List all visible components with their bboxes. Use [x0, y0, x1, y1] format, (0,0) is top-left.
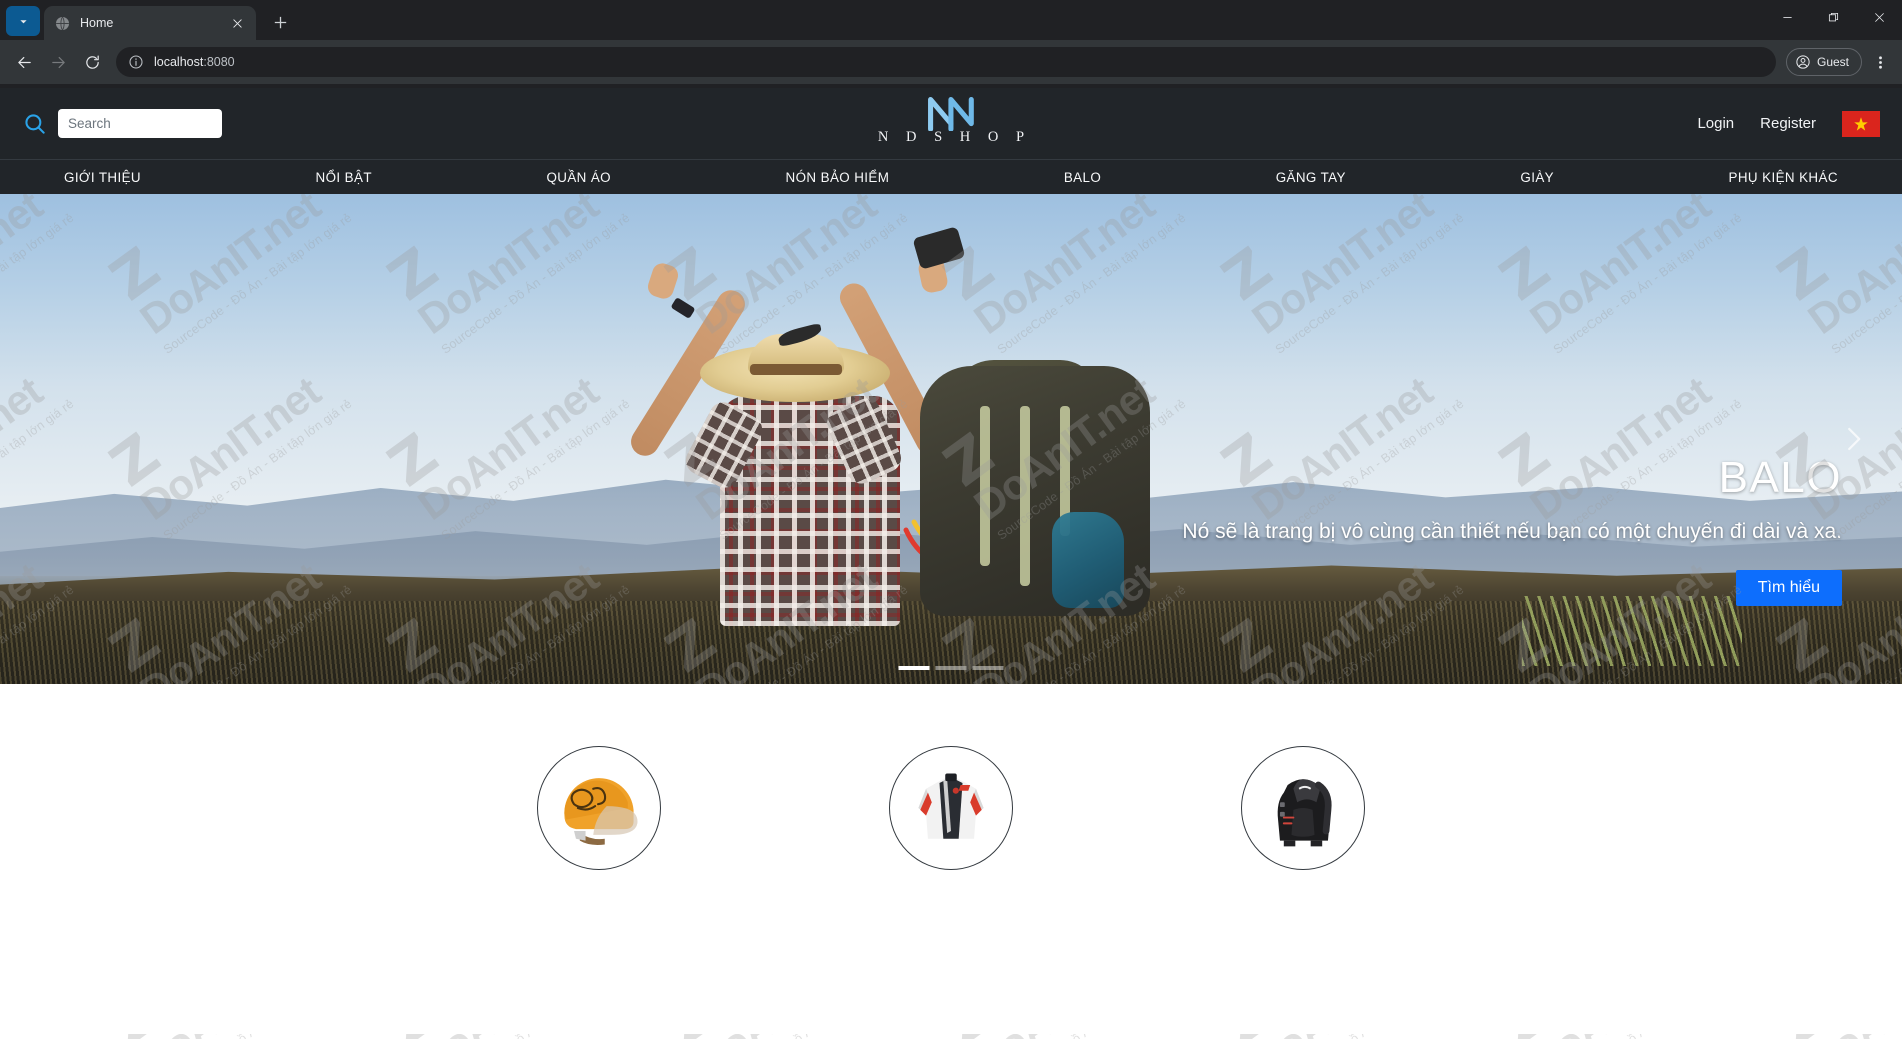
water-bottle: [1052, 512, 1124, 608]
brand-name: N D S H O P: [877, 129, 1032, 145]
info-circle-icon: [129, 55, 143, 69]
nav-item-noi-bat[interactable]: NỔI BẬT: [316, 170, 372, 185]
browser-menu-button[interactable]: [1866, 48, 1894, 76]
search-area: [22, 109, 222, 138]
wristwatch: [670, 297, 696, 319]
nav-item-quan-ao[interactable]: QUẦN ÁO: [546, 170, 611, 185]
hero-text-block: BALO Nó sẽ là trang bị vô cùng cần thiết…: [1182, 456, 1842, 606]
kebab-menu-icon: [1878, 55, 1882, 69]
hero-subtitle: Nó sẽ là trang bị vô cùng cần thiết nếu …: [1182, 520, 1842, 543]
url-port: :8080: [203, 55, 235, 69]
browser-window: Home localhost:8080 Guest Search N D S H…: [0, 0, 1902, 1039]
category-jacket[interactable]: [889, 746, 1013, 870]
address-bar-text: localhost:8080: [154, 55, 235, 69]
tab-close-button[interactable]: [229, 15, 246, 32]
browser-toolbar: localhost:8080 Guest: [0, 40, 1902, 84]
jacket-icon: [918, 773, 984, 839]
site-header: N D S H O P Login Register: [0, 88, 1902, 159]
hiker-left-hand: [645, 260, 681, 302]
minimize-window-button[interactable]: [1764, 0, 1810, 34]
nav-item-phu-kien-khac[interactable]: PHỤ KIỆN KHÁC: [1729, 170, 1838, 185]
forward-button[interactable]: [42, 46, 74, 78]
nav-item-gang-tay[interactable]: GĂNG TAY: [1276, 170, 1346, 185]
url-host: localhost: [154, 55, 204, 69]
carousel-next-button[interactable]: [1822, 408, 1884, 470]
arrow-left-icon: [17, 56, 31, 68]
new-tab-button[interactable]: [266, 8, 294, 36]
backpack-strap: [1020, 406, 1030, 586]
restore-icon: [1828, 12, 1838, 21]
header-right-actions: Login Register: [1697, 110, 1880, 137]
search-icon[interactable]: [22, 111, 48, 137]
tab-strip: Home: [0, 0, 1902, 40]
account-circle-icon: [1796, 55, 1810, 69]
restore-window-button[interactable]: [1810, 0, 1856, 34]
profile-label: Guest: [1816, 55, 1849, 69]
carousel-indicators: [898, 666, 1004, 670]
category-backpack[interactable]: [1241, 746, 1365, 870]
window-controls: [1764, 0, 1902, 34]
close-icon: [1874, 12, 1884, 22]
carousel-indicator-1[interactable]: [898, 666, 930, 670]
main-navigation: GIỚI THIỆU NỔI BẬT QUẦN ÁO NÓN BẢO HIỂM …: [0, 159, 1902, 194]
close-window-button[interactable]: [1856, 0, 1902, 34]
register-link[interactable]: Register: [1760, 115, 1816, 132]
tab-title: Home: [80, 16, 114, 30]
nav-item-non-bao-hiem[interactable]: NÓN BẢO HIỂM: [786, 170, 890, 185]
globe-icon: [55, 16, 70, 30]
vietnam-flag-icon: [1854, 116, 1868, 131]
minimize-icon: [1782, 16, 1792, 18]
chevron-right-icon: [1848, 427, 1861, 451]
carousel-indicator-3[interactable]: [972, 666, 1004, 670]
backpack-strap: [980, 406, 990, 566]
profile-button[interactable]: Guest: [1785, 48, 1862, 76]
arrow-right-icon: [51, 56, 65, 68]
carousel-indicator-2[interactable]: [935, 666, 967, 670]
address-bar[interactable]: localhost:8080: [116, 47, 1776, 77]
reload-icon: [85, 55, 99, 69]
tab-search-button[interactable]: [6, 6, 40, 36]
close-icon: [233, 18, 242, 28]
hero-carousel: BALO Nó sẽ là trang bị vô cùng cần thiết…: [0, 194, 1902, 684]
language-flag-button[interactable]: [1842, 110, 1880, 137]
back-button[interactable]: [8, 46, 40, 78]
helmet-icon: [564, 778, 638, 845]
nav-item-gioi-thieu[interactable]: GIỚI THIỆU: [64, 170, 141, 185]
nav-item-balo[interactable]: BALO: [1064, 170, 1101, 185]
hero-hiker-figure: [620, 226, 1150, 626]
plus-icon: [274, 16, 286, 28]
hero-cta-button[interactable]: Tìm hiểu: [1735, 570, 1842, 606]
backpack-icon: [1277, 779, 1332, 847]
browser-tab[interactable]: Home: [44, 6, 256, 40]
nav-item-giay[interactable]: GIÀY: [1520, 170, 1554, 185]
reload-button[interactable]: [76, 46, 108, 78]
category-circles: [0, 684, 1902, 1034]
chevron-down-icon: [19, 19, 27, 23]
straw-hat-band: [750, 364, 842, 375]
hero-title: BALO: [1718, 453, 1842, 502]
site-logo[interactable]: N D S H O P: [871, 94, 1031, 146]
login-link[interactable]: Login: [1697, 115, 1734, 132]
category-helmet[interactable]: [537, 746, 661, 870]
page-viewport: N D S H O P Login Register GIỚI THIỆU NỔ…: [0, 88, 1902, 1039]
nd-monogram-icon: [928, 97, 974, 131]
search-input[interactable]: [58, 109, 222, 138]
hero-foreground-plant: [1522, 596, 1742, 666]
